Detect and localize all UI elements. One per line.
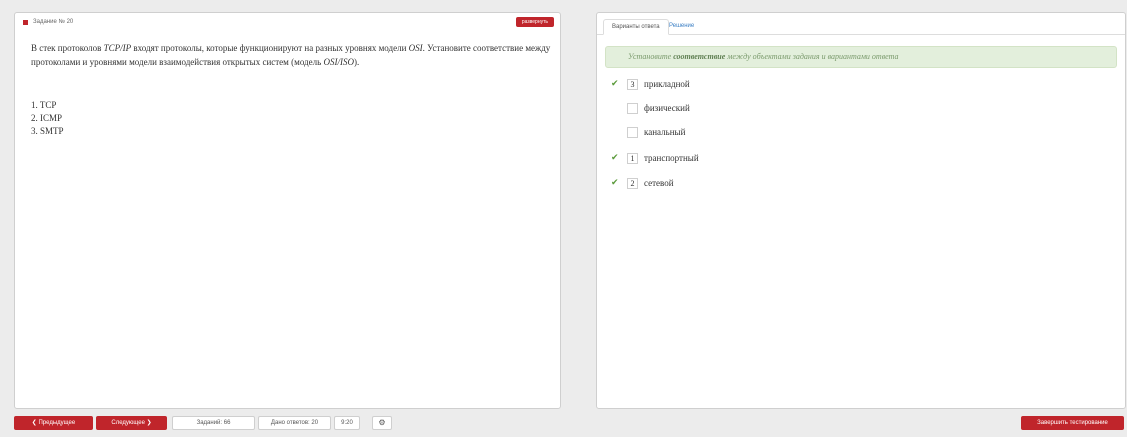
check-icon: ✔ <box>611 178 619 188</box>
answer-row: канальный <box>611 125 685 139</box>
finish-test-button[interactable]: Завершить тестирование <box>1021 416 1124 430</box>
tab-answer-options[interactable]: Варианты ответа <box>603 19 669 35</box>
answer-input[interactable]: 1 <box>627 152 638 164</box>
question-term-osi: OSI <box>408 43 423 53</box>
hint-pre: Установите <box>628 52 674 61</box>
answer-label: транспортный <box>644 153 699 163</box>
answer-input[interactable] <box>627 102 638 114</box>
option-item: 1. TCP <box>31 100 57 110</box>
answer-row: ✔ 2 сетевой <box>611 176 674 190</box>
question-part-1: В стек протоколов <box>31 43 104 53</box>
hint-bold: соответствие <box>673 52 726 61</box>
timer: 9:20 <box>334 416 360 430</box>
tasks-count: Заданий: 66 <box>172 416 255 430</box>
answers-count: Дано ответов: 20 <box>258 416 331 430</box>
previous-button[interactable]: ❮ Предыдущее <box>14 416 93 430</box>
option-item: 3. SMTP <box>31 126 64 136</box>
answer-input[interactable]: 2 <box>627 177 638 189</box>
question-term-tcpip: TCP/IP <box>103 43 132 53</box>
answer-label: сетевой <box>644 178 674 188</box>
answer-input[interactable] <box>627 126 638 138</box>
question-options: 1. TCP 2. ICMP 3. SMTP <box>31 99 64 138</box>
answer-row: ✔ 1 транспортный <box>611 151 699 165</box>
task-header: Задание № 20 <box>23 19 73 25</box>
expand-button[interactable]: развернуть <box>515 17 554 27</box>
check-icon: ✔ <box>611 153 619 163</box>
answer-input[interactable]: 3 <box>627 78 638 90</box>
question-part-4: ). <box>353 57 360 67</box>
task-marker-icon <box>23 19 28 25</box>
answer-label: канальный <box>644 127 686 137</box>
gear-icon[interactable]: ⚙ <box>372 416 392 430</box>
answer-row: ✔ 3 прикладной <box>611 77 690 91</box>
next-button[interactable]: Следующее ❯ <box>96 416 167 430</box>
question-text: В стек протоколов TCP/IP входят протокол… <box>31 41 551 69</box>
answers-panel: Варианты ответа Решение Установите соотв… <box>596 12 1126 409</box>
question-term-osi-iso: OSI/ISO <box>323 57 354 67</box>
question-part-2: входят протоколы, которые функционируют … <box>131 43 409 53</box>
tab-solution[interactable]: Решение <box>661 19 702 35</box>
hint-post: между объектами задания и вариантами отв… <box>725 52 899 61</box>
answer-label: физический <box>644 103 690 113</box>
instruction-hint: Установите соответствие между объектами … <box>605 46 1117 68</box>
answer-tabs: Варианты ответа Решение <box>597 13 1125 35</box>
question-panel: Задание № 20 развернуть В стек протоколо… <box>14 12 561 409</box>
check-icon: ✔ <box>611 79 619 89</box>
answer-row: физический <box>611 101 690 115</box>
answer-label: прикладной <box>644 79 690 89</box>
task-number: Задание № 20 <box>33 19 74 25</box>
option-item: 2. ICMP <box>31 113 63 123</box>
